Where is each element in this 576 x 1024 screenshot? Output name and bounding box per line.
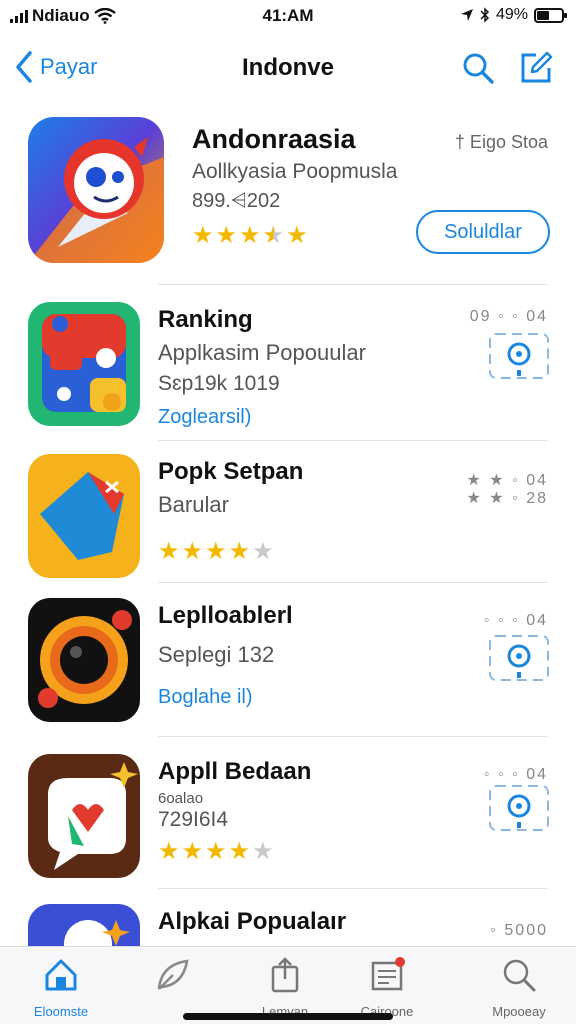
app-meta: ◦ ◦ ◦ 04 bbox=[483, 766, 548, 783]
star-icon: ★ bbox=[181, 838, 204, 865]
star-icon: ★ bbox=[181, 538, 204, 565]
app-link[interactable]: Boglahe il) bbox=[158, 686, 253, 709]
star-icon: ★ bbox=[205, 538, 227, 565]
app-name: Ranking bbox=[158, 306, 253, 333]
game-icon bbox=[28, 302, 140, 426]
tab-home[interactable]: Eloomste bbox=[6, 955, 116, 1019]
divider bbox=[158, 736, 548, 737]
news-icon bbox=[371, 957, 405, 991]
star-icon: ★ bbox=[239, 222, 261, 249]
star-icon: ★ bbox=[192, 222, 214, 249]
list-item[interactable]: Popk Setpan ★ ★ ◦ 04 ★ ★ ◦ 28 Barular ★ ★… bbox=[0, 454, 576, 594]
app-icon bbox=[28, 454, 140, 578]
divider bbox=[158, 582, 548, 583]
app-meta: ★ ★ ◦ 04 bbox=[466, 472, 548, 489]
divider bbox=[158, 440, 548, 441]
search-icon bbox=[503, 959, 536, 992]
featured-app-meta: † Eigo Stoa bbox=[454, 132, 548, 152]
compose-button[interactable] bbox=[518, 50, 554, 86]
app-subtitle: Seplegi 132 bbox=[158, 642, 275, 667]
download-button[interactable] bbox=[488, 634, 550, 682]
featured-app[interactable]: Andonraasia † Eigo Stoa Aollkyasia Poopm… bbox=[0, 112, 576, 282]
app-count: Sɛp19k 1019 bbox=[158, 372, 280, 395]
search-icon bbox=[463, 53, 494, 84]
app-meta: ◦ 5000 bbox=[490, 922, 548, 939]
star-half-icon: ★ bbox=[262, 222, 285, 249]
battery-percent: 49% bbox=[495, 6, 528, 23]
home-icon bbox=[45, 959, 77, 991]
paper-icon bbox=[28, 454, 140, 578]
star-icon: ★ bbox=[252, 538, 274, 565]
star-icon: ★ bbox=[158, 538, 180, 565]
app-meta-2: ★ ★ ◦ 28 bbox=[466, 490, 548, 507]
status-bar: Ndiauo 41:AM 49% bbox=[0, 0, 576, 34]
app-link[interactable]: Zoglearsil) bbox=[158, 406, 251, 429]
battery-fill bbox=[537, 10, 549, 20]
app-name: Appll Bedaan bbox=[158, 758, 312, 785]
camera-lens-icon bbox=[28, 598, 140, 722]
app-meta: 09 ◦ ◦ 04 bbox=[469, 308, 548, 325]
featured-app-subtitle: Aollkyasia Poopmusla bbox=[192, 160, 398, 183]
list-item[interactable]: Ranking 09 ◦ ◦ 04 Applkasim Popouular Sɛ… bbox=[0, 302, 576, 442]
featured-app-count: 899.⩤202 bbox=[192, 190, 281, 212]
battery-icon bbox=[534, 7, 567, 23]
app-rating: ★ ★ ★ ★ ★ bbox=[158, 840, 274, 864]
star-icon: ★ bbox=[228, 538, 251, 565]
tab-news[interactable]: Cairoone bbox=[332, 955, 442, 1019]
notification-badge bbox=[395, 957, 405, 967]
tab-search[interactable]: Mpooeay bbox=[464, 955, 574, 1019]
divider bbox=[158, 888, 548, 889]
app-name: Popk Setpan bbox=[158, 458, 304, 485]
tab-label: Mpooeay bbox=[492, 1004, 546, 1019]
share-icon bbox=[271, 957, 299, 993]
status-right: 49% bbox=[460, 6, 567, 24]
get-button[interactable]: Soluldlar bbox=[416, 210, 550, 254]
app-icon bbox=[28, 754, 140, 878]
app-icon bbox=[28, 302, 140, 426]
app-rating: ★ ★ ★ ★ ★ bbox=[158, 540, 274, 564]
app-name: Leplloablerl bbox=[158, 602, 293, 629]
tab-leaf[interactable] bbox=[118, 955, 228, 1004]
star-icon: ★ bbox=[228, 838, 251, 865]
star-icon: ★ bbox=[215, 222, 238, 249]
app-name: Alpkai Popualaır bbox=[158, 908, 347, 935]
star-icon: ★ bbox=[252, 838, 274, 865]
app-icon bbox=[28, 598, 140, 722]
search-button[interactable] bbox=[460, 50, 496, 86]
compose-icon bbox=[521, 51, 553, 83]
star-icon: ★ bbox=[286, 222, 308, 249]
nav-bar: Payar Indonve bbox=[0, 40, 576, 96]
app-subtitle-small: 6oalao bbox=[158, 790, 204, 807]
download-button[interactable] bbox=[488, 784, 550, 832]
list-item[interactable]: Leplloablerl ◦ ◦ ◦ 04 Seplegi 132 Boglah… bbox=[0, 598, 576, 738]
featured-app-icon bbox=[28, 117, 164, 263]
location-icon bbox=[460, 9, 473, 21]
star-icon: ★ bbox=[205, 838, 227, 865]
chat-bubble-icon bbox=[28, 754, 140, 878]
leaf-icon bbox=[157, 959, 189, 990]
featured-app-name: Andonraasia bbox=[192, 124, 356, 154]
divider bbox=[158, 284, 548, 285]
featured-rating: ★ ★ ★ ★ ★ bbox=[192, 224, 308, 248]
app-count: 729I6I4 bbox=[158, 808, 229, 831]
home-indicator[interactable] bbox=[183, 1013, 393, 1020]
mascot-icon bbox=[28, 117, 164, 263]
download-button[interactable] bbox=[488, 332, 550, 380]
tab-label: Eloomste bbox=[33, 1004, 89, 1019]
tab-bar: Eloomste Lemvan Cairoone Mpooeay bbox=[0, 946, 576, 1024]
bluetooth-icon bbox=[480, 7, 490, 23]
tab-share[interactable]: Lemvan bbox=[230, 955, 340, 1019]
app-subtitle: Applkasim Popouular bbox=[158, 340, 366, 365]
app-subtitle: Barular bbox=[158, 492, 229, 517]
app-meta: ◦ ◦ ◦ 04 bbox=[483, 612, 548, 629]
star-icon: ★ bbox=[158, 838, 180, 865]
list-item[interactable]: Appll Bedaan ◦ ◦ ◦ 04 6oalao 729I6I4 ★ ★ ★… bbox=[0, 754, 576, 894]
